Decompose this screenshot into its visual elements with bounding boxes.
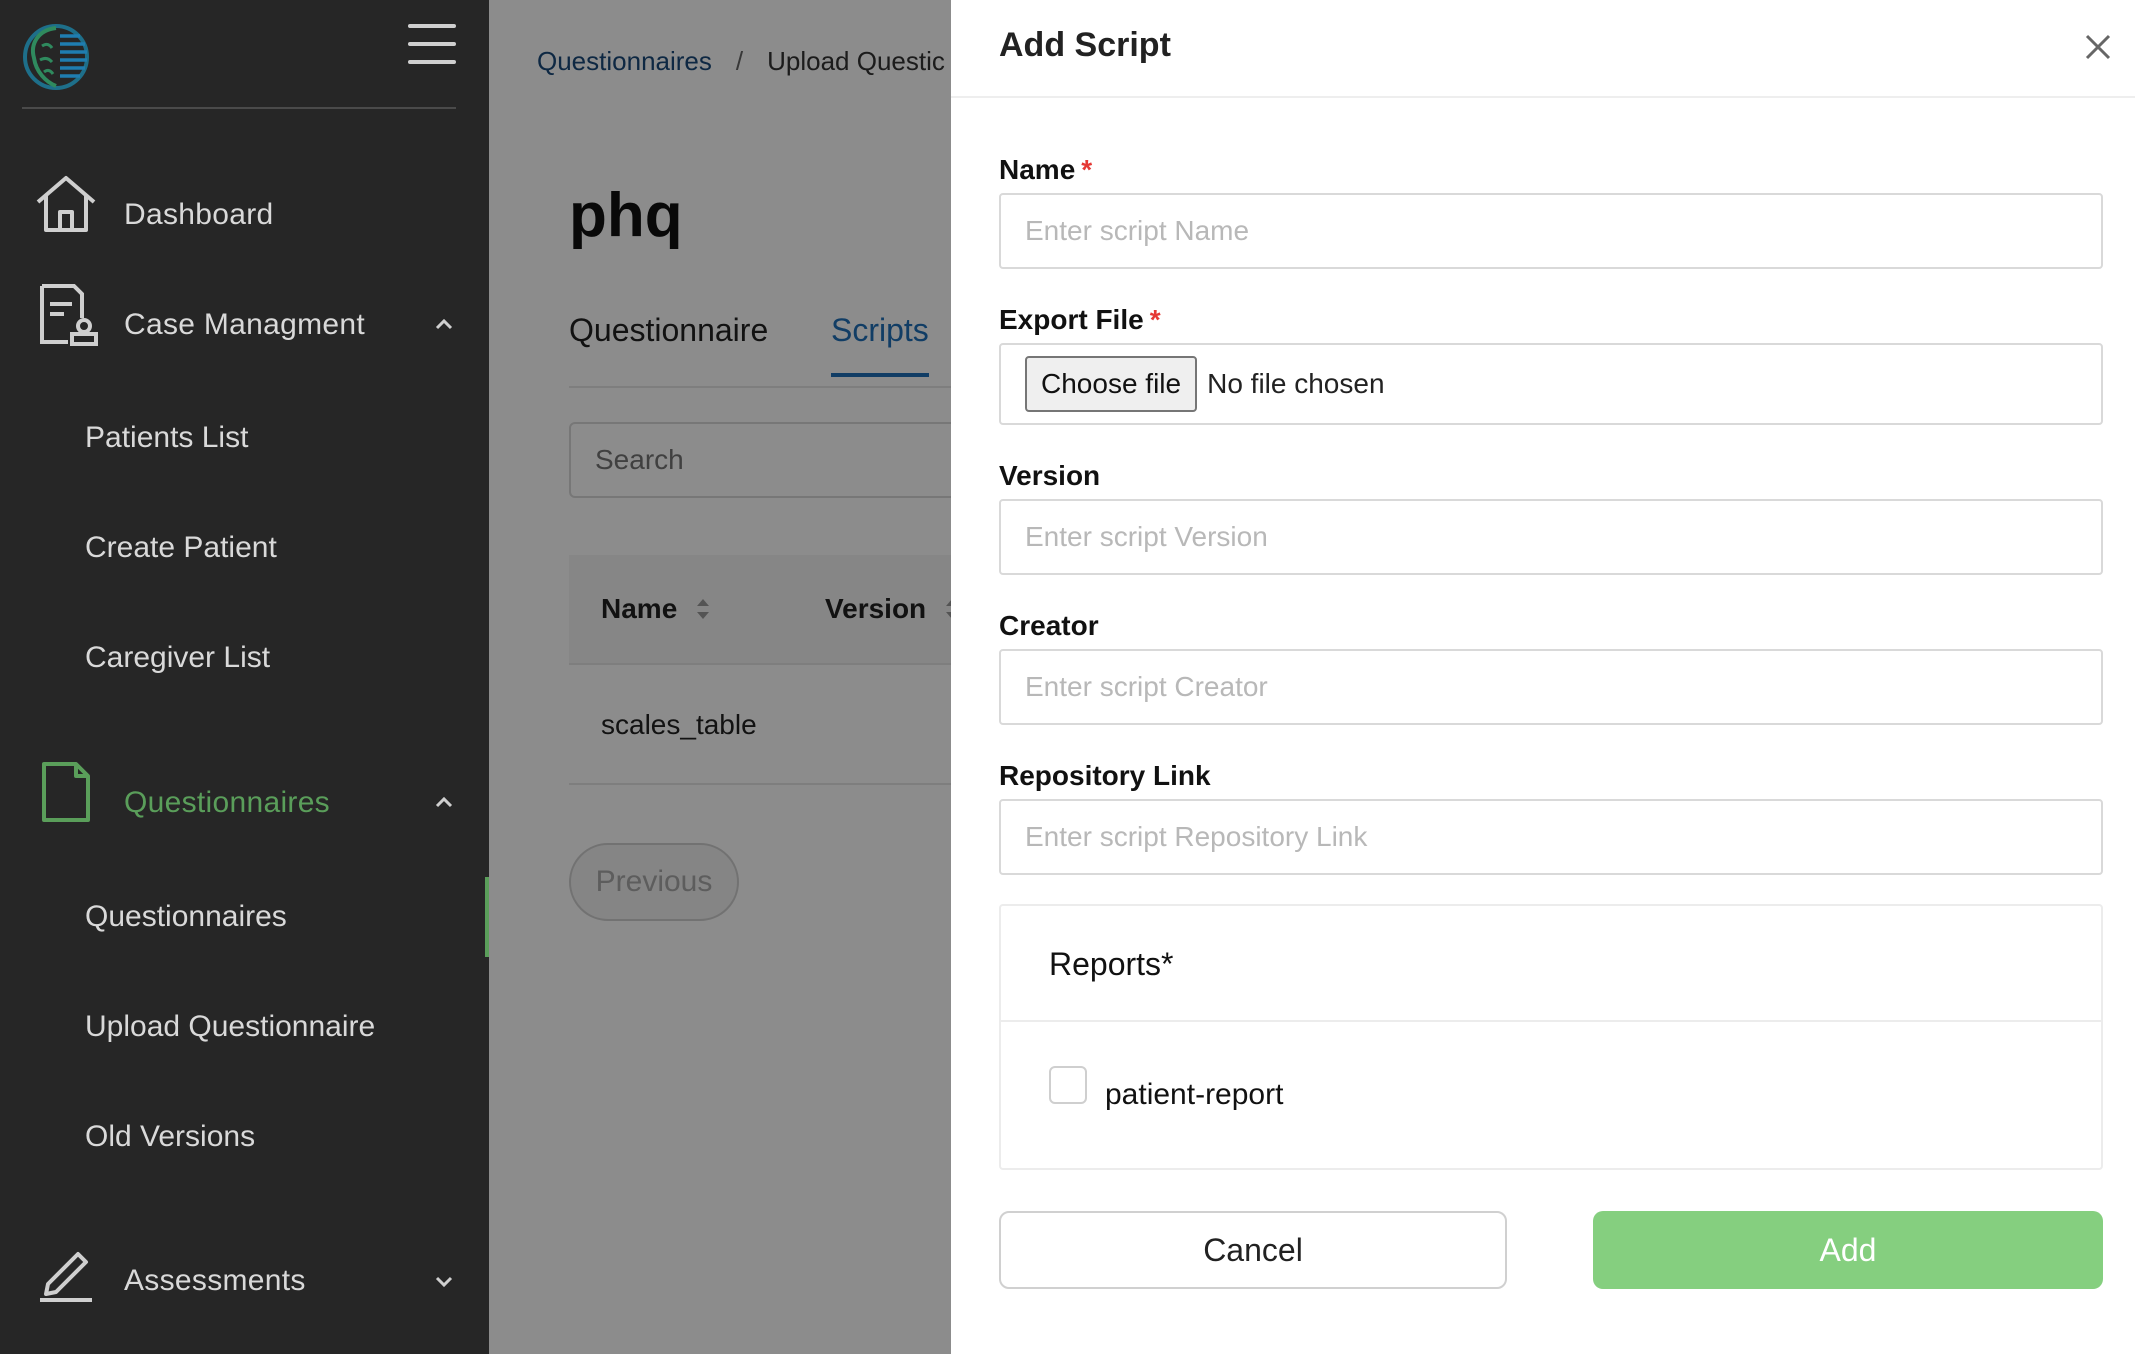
hamburger-menu-icon[interactable] bbox=[408, 24, 456, 68]
sidebar-subitem-upload-questionnaire[interactable]: Upload Questionnaire bbox=[0, 987, 489, 1067]
add-button[interactable]: Add bbox=[1593, 1211, 2103, 1289]
reports-card: Reports* patient-report bbox=[999, 904, 2103, 1170]
sidebar-item-label: Case Managment bbox=[124, 308, 365, 341]
case-document-icon bbox=[40, 284, 98, 346]
sidebar-subitem-label: Upload Questionnaire bbox=[85, 1010, 376, 1043]
reports-card-header: Reports* bbox=[1001, 906, 2101, 1022]
repository-link-field-label: Repository Link bbox=[999, 760, 1211, 791]
name-label-text: Name bbox=[999, 154, 1076, 185]
patient-report-checkbox[interactable] bbox=[1049, 1066, 1087, 1104]
name-field-label: Name * bbox=[999, 154, 1092, 186]
sidebar-subitem-old-versions[interactable]: Old Versions bbox=[0, 1097, 489, 1177]
chevron-up-icon[interactable] bbox=[432, 791, 456, 815]
sidebar-subitem-create-patient[interactable]: Create Patient bbox=[0, 508, 489, 588]
cancel-button[interactable]: Cancel bbox=[999, 1211, 1507, 1289]
sidebar-item-dashboard[interactable]: Dashboard bbox=[0, 170, 489, 260]
sidebar-subitem-questionnaires[interactable]: Questionnaires bbox=[0, 877, 489, 957]
sidebar-item-label: Assessments bbox=[124, 1264, 306, 1297]
sidebar-subitem-label: Create Patient bbox=[85, 531, 277, 564]
script-name-input[interactable] bbox=[999, 193, 2103, 269]
sidebar-item-case-managment[interactable]: Case Managment bbox=[0, 280, 489, 370]
close-icon[interactable] bbox=[2081, 30, 2115, 64]
required-marker: * bbox=[1149, 304, 1161, 335]
chevron-down-icon[interactable] bbox=[432, 1269, 456, 1293]
creator-field-label: Creator bbox=[999, 610, 1099, 641]
script-version-input[interactable] bbox=[999, 499, 2103, 575]
drawer-header: Add Script bbox=[951, 0, 2135, 98]
choose-file-button[interactable]: Choose file bbox=[1025, 356, 1198, 412]
sidebar-item-label: Questionnaires bbox=[124, 786, 330, 819]
chevron-up-icon[interactable] bbox=[432, 313, 456, 337]
file-status-text: No file chosen bbox=[1207, 368, 1385, 399]
sidebar-subitem-label: Caregiver List bbox=[85, 641, 271, 674]
file-icon bbox=[42, 762, 90, 822]
pen-icon bbox=[40, 1252, 92, 1302]
sidebar-subitem-label: Patients List bbox=[85, 421, 249, 454]
required-marker: * bbox=[1081, 154, 1093, 185]
export-file-input: Choose file No file chosen bbox=[999, 343, 2103, 425]
sidebar-item-label: Dashboard bbox=[124, 198, 274, 231]
home-icon bbox=[36, 176, 96, 232]
sidebar-item-questionnaires[interactable]: Questionnaires bbox=[0, 758, 489, 848]
patient-report-label[interactable]: patient-report bbox=[1105, 1078, 1283, 1112]
add-script-drawer: Add Script Name* Export File* Choose fil… bbox=[951, 0, 2135, 1354]
version-field-label: Version bbox=[999, 460, 1101, 491]
sidebar-subitem-patients-list[interactable]: Patients List bbox=[0, 398, 489, 478]
reports-title: Reports* bbox=[1049, 946, 1174, 982]
script-creator-input[interactable] bbox=[999, 649, 2103, 725]
export-file-field-label: Export File * bbox=[999, 304, 1161, 336]
sidebar-subitem-label: Questionnaires bbox=[85, 900, 287, 933]
sidebar-divider bbox=[22, 107, 456, 109]
sidebar-subitem-caregiver-list[interactable]: Caregiver List bbox=[0, 618, 489, 698]
sidebar: Dashboard Case Managment Patients List C… bbox=[0, 0, 489, 1354]
sidebar-subitem-label: Old Versions bbox=[85, 1120, 256, 1153]
export-file-label-text: Export File bbox=[999, 304, 1144, 335]
script-repository-link-input[interactable] bbox=[999, 799, 2103, 875]
drawer-title: Add Script bbox=[999, 26, 1171, 64]
sidebar-item-assessments[interactable]: Assessments bbox=[0, 1236, 489, 1326]
brain-logo-icon[interactable] bbox=[20, 22, 96, 92]
